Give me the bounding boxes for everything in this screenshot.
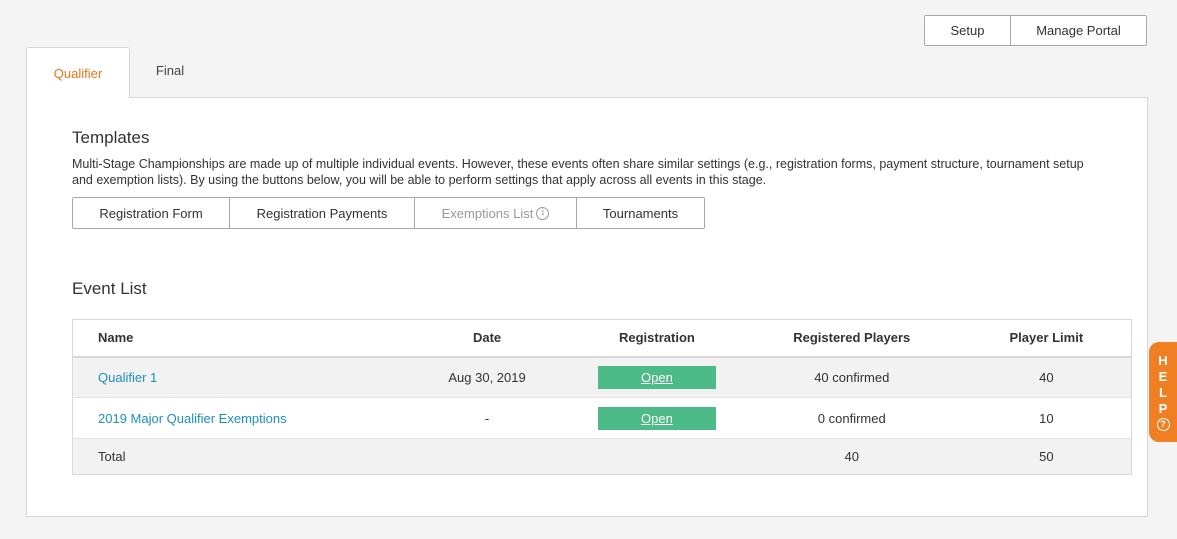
- registration-cell: Open: [571, 397, 742, 439]
- column-header-registered-players: Registered Players: [741, 319, 962, 358]
- registration-cell: Open: [571, 356, 742, 398]
- tab-qualifier[interactable]: Qualifier: [26, 47, 130, 98]
- registration-open-button[interactable]: Open: [597, 365, 716, 389]
- registered-players: 40 confirmed: [741, 356, 962, 398]
- templates-title: Templates: [72, 128, 150, 147]
- help-letter: H: [1158, 353, 1168, 368]
- registered-players: 0 confirmed: [741, 397, 962, 439]
- setup-button[interactable]: Setup: [925, 16, 1010, 45]
- tab-final[interactable]: Final: [130, 45, 210, 95]
- total-player-limit: 50: [961, 438, 1132, 475]
- manage-portal-button[interactable]: Manage Portal: [1010, 16, 1146, 45]
- table-header-row: Name Date Registration Registered Player…: [72, 319, 1132, 358]
- total-label: Total: [72, 438, 403, 475]
- total-row: Total 40 50: [72, 438, 1132, 475]
- tournaments-button[interactable]: Tournaments: [576, 198, 704, 228]
- templates-description: Multi-Stage Championships are made up of…: [72, 157, 1084, 187]
- registration-open-button[interactable]: Open: [597, 406, 716, 430]
- help-letter: P: [1158, 401, 1168, 416]
- total-registered-players: 40: [741, 438, 962, 475]
- exemptions-list-label: Exemptions List: [441, 205, 534, 221]
- column-header-name: Name: [72, 319, 403, 358]
- registration-payments-button[interactable]: Registration Payments: [229, 198, 414, 228]
- table-row: 2019 Major Qualifier Exemptions - Open 0…: [72, 397, 1132, 439]
- event-date: -: [402, 397, 572, 439]
- stage-panel: Templates Multi-Stage Championships are …: [26, 97, 1148, 517]
- event-table: Name Date Registration Registered Player…: [72, 319, 1132, 475]
- top-actions: Setup Manage Portal: [924, 15, 1147, 46]
- registration-form-button[interactable]: Registration Form: [73, 198, 229, 228]
- event-list-title: Event List: [72, 279, 147, 298]
- player-limit: 40: [961, 356, 1132, 398]
- active-tab-joint: [27, 96, 129, 99]
- column-header-date: Date: [402, 319, 572, 358]
- exemptions-list-button[interactable]: Exemptions List i: [414, 198, 576, 228]
- stage-tabs: Qualifier Final: [26, 47, 210, 98]
- info-icon[interactable]: i: [536, 206, 550, 220]
- column-header-player-limit: Player Limit: [961, 319, 1132, 358]
- player-limit: 10: [961, 397, 1132, 439]
- template-buttons: Registration Form Registration Payments …: [72, 197, 705, 229]
- event-link[interactable]: Qualifier 1: [98, 370, 157, 385]
- help-letter: L: [1159, 385, 1167, 400]
- event-name-cell: 2019 Major Qualifier Exemptions: [72, 397, 403, 439]
- event-link[interactable]: 2019 Major Qualifier Exemptions: [98, 411, 287, 426]
- help-tab[interactable]: H E L P ?: [1149, 342, 1177, 442]
- total-registration-empty: [571, 438, 742, 475]
- table-row: Qualifier 1 Aug 30, 2019 Open 40 confirm…: [72, 356, 1132, 398]
- column-header-registration: Registration: [571, 319, 742, 358]
- help-letter: E: [1158, 369, 1168, 384]
- question-icon: ?: [1156, 418, 1170, 431]
- event-date: Aug 30, 2019: [402, 356, 572, 398]
- event-name-cell: Qualifier 1: [72, 356, 403, 398]
- total-date-empty: [402, 438, 572, 475]
